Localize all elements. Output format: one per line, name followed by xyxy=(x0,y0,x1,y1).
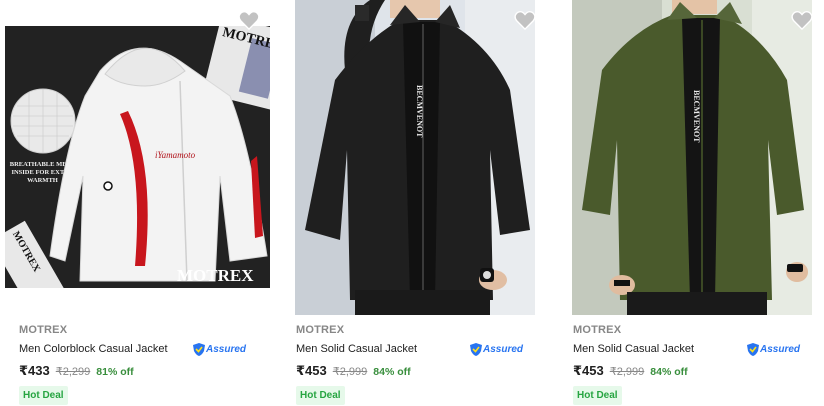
jacket-script-logo: iYamamoto xyxy=(155,150,196,160)
product-price: ₹453 xyxy=(296,363,327,378)
shield-icon xyxy=(470,342,482,356)
product-title[interactable]: Men Solid Casual Jacket xyxy=(573,343,747,355)
product-discount: 84% off xyxy=(650,366,688,378)
assured-badge: Assured xyxy=(470,342,524,356)
assured-badge: Assured xyxy=(747,342,801,356)
hot-deal-badge: Hot Deal xyxy=(573,386,622,405)
product-brand: MOTREX xyxy=(573,324,622,336)
jacket-print-text: BECMVENOT xyxy=(692,90,701,143)
product-title[interactable]: Men Colorblock Casual Jacket xyxy=(19,343,193,355)
wishlist-heart-icon[interactable] xyxy=(791,10,813,30)
product-info: MOTREX Men Solid Casual Jacket Assured ₹… xyxy=(573,323,823,405)
product-price: ₹433 xyxy=(19,363,50,378)
product-discount: 84% off xyxy=(373,366,411,378)
product-price: ₹453 xyxy=(573,363,604,378)
wishlist-heart-icon[interactable] xyxy=(514,10,536,30)
hot-deal-badge: Hot Deal xyxy=(19,386,68,405)
product-card[interactable]: BECMVENOT MOTREX Men Solid Casual Jacket xyxy=(570,0,824,406)
wishlist-heart-icon[interactable] xyxy=(238,10,260,30)
product-discount: 81% off xyxy=(96,366,134,378)
product-mrp: ₹2,299 xyxy=(55,366,91,378)
product-mrp: ₹2,999 xyxy=(609,366,645,378)
product-grid: MOTREX MOTREX BREATHABLE MESH INSIDE FOR… xyxy=(0,0,824,406)
product-card[interactable]: MOTREX MOTREX BREATHABLE MESH INSIDE FOR… xyxy=(5,0,270,406)
image-brand-mark: MOTREX xyxy=(177,266,254,285)
shield-icon xyxy=(193,342,205,356)
assured-label: Assured xyxy=(760,343,801,355)
product-card[interactable]: BECMVENOT MOTREX Men Solid Casual Jacket xyxy=(293,0,558,406)
assured-badge: Assured xyxy=(193,342,247,356)
assured-label: Assured xyxy=(206,343,247,355)
jacket-print-text: BECMVENOT xyxy=(415,85,424,138)
assured-label: Assured xyxy=(483,343,524,355)
product-brand: MOTREX xyxy=(19,324,68,336)
product-mrp: ₹2,999 xyxy=(332,366,368,378)
product-title[interactable]: Men Solid Casual Jacket xyxy=(296,343,470,355)
hot-deal-badge: Hot Deal xyxy=(296,386,345,405)
product-image[interactable]: BECMVENOT xyxy=(295,0,535,315)
product-info: MOTREX Men Solid Casual Jacket Assured ₹… xyxy=(296,323,546,405)
product-brand: MOTREX xyxy=(296,324,345,336)
shield-icon xyxy=(747,342,759,356)
product-image[interactable]: MOTREX MOTREX BREATHABLE MESH INSIDE FOR… xyxy=(5,26,270,288)
product-info: MOTREX Men Colorblock Casual Jacket Assu… xyxy=(19,323,269,405)
product-image[interactable]: BECMVENOT xyxy=(572,0,812,315)
